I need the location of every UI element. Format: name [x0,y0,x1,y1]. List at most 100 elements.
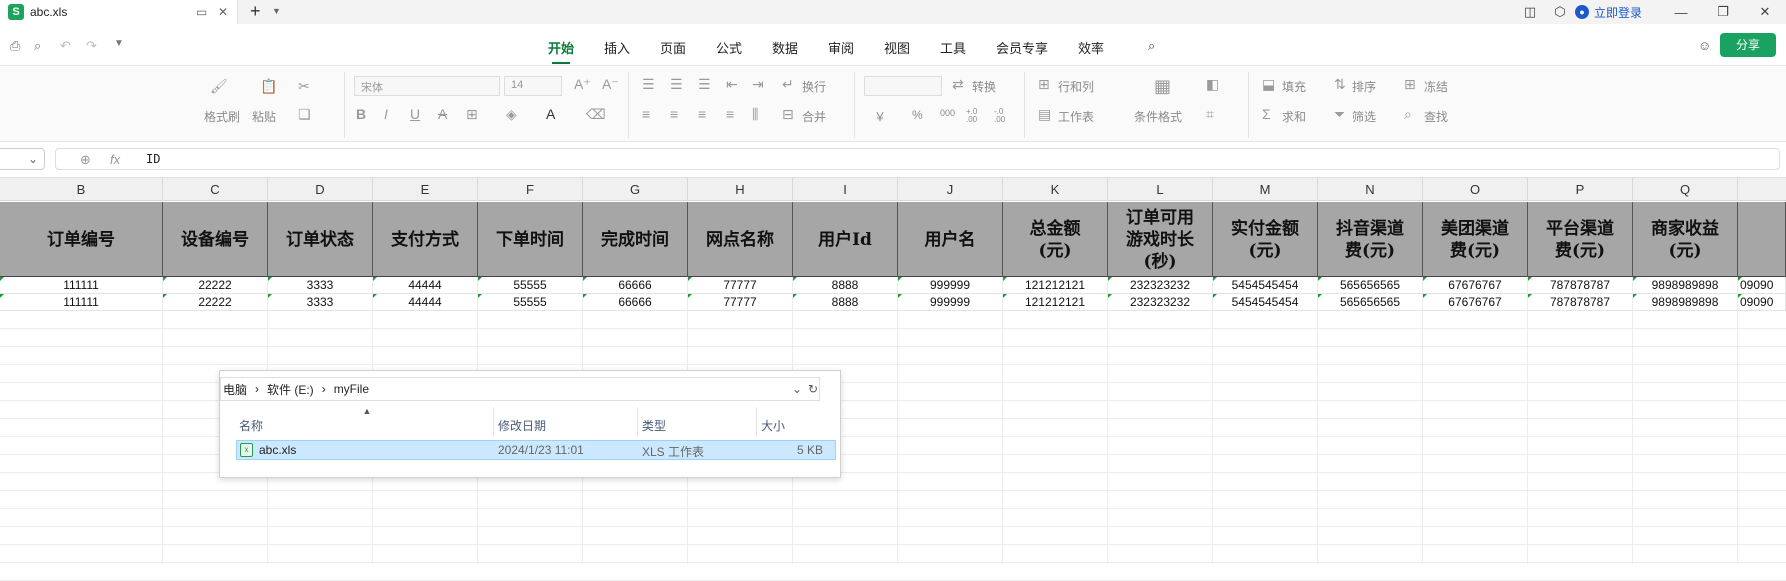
distributed-icon[interactable]: ⫼ [752,106,758,123]
table-cell[interactable]: 121212121 [1003,277,1108,294]
menu-tools[interactable]: 工具 [940,38,966,57]
restore-button[interactable]: ❐ [1702,4,1744,20]
redo-icon[interactable]: ↷ [86,38,97,54]
wrap-text-button[interactable]: 换行 [802,78,826,95]
header-cell[interactable]: 设备编号 [163,202,268,277]
column-header-B[interactable]: B [0,178,163,201]
menu-review[interactable]: 审阅 [828,38,854,57]
fx-icon[interactable]: fx [110,152,120,167]
align-top-icon[interactable]: ☰ [642,76,655,93]
table-cell[interactable]: 999999 [898,294,1003,311]
sum-icon[interactable]: Σ [1262,106,1271,122]
find-button[interactable]: 查找 [1424,108,1448,125]
table-cell[interactable]: 787878787 [1528,294,1633,311]
tab-list-chevron-icon[interactable]: ▼ [272,6,281,16]
table-cell[interactable]: 8888 [793,294,898,311]
table-cell[interactable]: 3333 [268,277,373,294]
header-cell[interactable]: 下单时间 [478,202,583,277]
table-cell[interactable]: 77777 [688,294,793,311]
cell-border-icon[interactable]: ⌗ [1206,106,1214,123]
table-cell[interactable]: 111111 [0,277,163,294]
formula-input[interactable]: ⊕ fx ID [55,148,1780,170]
filter-icon[interactable]: ⏷ [1334,106,1345,123]
menu-formula[interactable]: 公式 [716,38,742,57]
border-icon[interactable]: ⊞ [466,106,478,123]
table-cell[interactable]: 999999 [898,277,1003,294]
underline-icon[interactable]: U [410,106,420,122]
merge-button[interactable]: 合并 [802,108,826,125]
convert-button[interactable]: 转换 [972,78,996,95]
column-header-H[interactable]: H [688,178,793,201]
table-cell[interactable]: 5454545454 [1213,277,1318,294]
header-cell[interactable]: 商家收益 (元) [1633,202,1738,277]
percent-button[interactable]: % [912,108,923,122]
undo-icon[interactable]: ↶ [60,38,71,54]
menu-view[interactable]: 视图 [884,38,910,57]
login-button[interactable]: ● 立即登录 [1574,4,1642,21]
menu-member[interactable]: 会员专享 [996,38,1048,57]
align-center-icon[interactable]: ≡ [670,106,678,122]
column-header-F[interactable]: F [478,178,583,201]
fill-button[interactable]: 填充 [1282,78,1306,95]
cube-icon[interactable]: ⬡ [1545,4,1575,20]
header-cell[interactable]: 订单编号 [0,202,163,277]
column-header-O[interactable]: O [1423,178,1528,201]
cell-style-icon[interactable]: ◧ [1206,76,1219,93]
column-header-K[interactable]: K [1003,178,1108,201]
table-cell[interactable]: 232323232 [1108,277,1213,294]
convert-icon[interactable]: ⇄ [952,76,964,93]
increase-font-icon[interactable]: A⁺ [574,76,591,93]
header-cell[interactable]: 平台渠道 费(元) [1528,202,1633,277]
table-cell[interactable]: 44444 [373,294,478,311]
share-button[interactable]: 分享 [1720,33,1776,57]
header-cell[interactable]: 订单状态 [268,202,373,277]
sum-button[interactable]: 求和 [1282,108,1306,125]
breadcrumb-folder[interactable]: myFile [334,382,369,396]
table-cell[interactable]: 67676767 [1423,294,1528,311]
table-cell[interactable]: 111111 [0,294,163,311]
conditional-format-button[interactable]: 条件格式 [1134,108,1182,125]
font-size-select[interactable]: 14 [504,76,562,96]
fill-color-icon[interactable]: ◈ [506,106,517,123]
find-icon[interactable]: ⌕ [1404,106,1412,123]
refresh-icon[interactable]: ↻ [804,379,822,399]
close-tab-icon[interactable]: ✕ [218,5,228,19]
breadcrumb[interactable]: 电脑 › 软件 (E:) › myFile [220,377,820,401]
column-header-I[interactable]: I [793,178,898,201]
column-header-C[interactable]: C [163,178,268,201]
column-name-header[interactable]: 名称 [239,417,263,434]
menu-home[interactable]: 开始 [548,38,574,64]
table-cell[interactable]: 55555 [478,294,583,311]
column-header-N[interactable]: N [1318,178,1423,201]
column-header-Q[interactable]: Q [1633,178,1738,201]
table-cell[interactable]: 22222 [163,294,268,311]
table-cell[interactable]: 9898989898 [1633,294,1738,311]
breadcrumb-drive[interactable]: 软件 (E:) [267,381,314,398]
fill-icon[interactable]: ⬓ [1262,76,1275,93]
table-cell[interactable]: 09090 [1738,294,1786,311]
wrap-text-icon[interactable]: ↵ [782,76,794,93]
column-date-header[interactable]: 修改日期 [498,417,546,434]
sort-button[interactable]: 排序 [1352,78,1376,95]
header-cell[interactable]: 用户Id [793,202,898,277]
decrease-font-icon[interactable]: A⁻ [602,76,619,93]
zoom-icon[interactable]: ⊕ [80,152,91,168]
header-cell[interactable]: 美团渠道 费(元) [1423,202,1528,277]
table-cell[interactable]: 787878787 [1528,277,1633,294]
table-cell[interactable]: 565656565 [1318,294,1423,311]
table-cell[interactable]: 77777 [688,277,793,294]
bold-icon[interactable]: B [356,106,366,122]
header-cell[interactable]: 抖音渠道 费(元) [1318,202,1423,277]
number-format-select[interactable] [864,76,942,96]
table-cell[interactable]: 9898989898 [1633,277,1738,294]
column-header-M[interactable]: M [1213,178,1318,201]
sidebar-toggle-icon[interactable]: ◫ [1515,4,1545,20]
align-left-icon[interactable]: ≡ [642,106,650,122]
align-right-icon[interactable]: ≡ [698,106,706,122]
quick-access-more-icon[interactable]: ▼ [114,38,124,49]
column-header-G[interactable]: G [583,178,688,201]
worksheet-button[interactable]: 工作表 [1058,108,1094,125]
font-name-select[interactable]: 宋体 [354,76,500,96]
table-cell[interactable]: 565656565 [1318,277,1423,294]
sort-icon[interactable]: ⇅ [1334,76,1346,93]
